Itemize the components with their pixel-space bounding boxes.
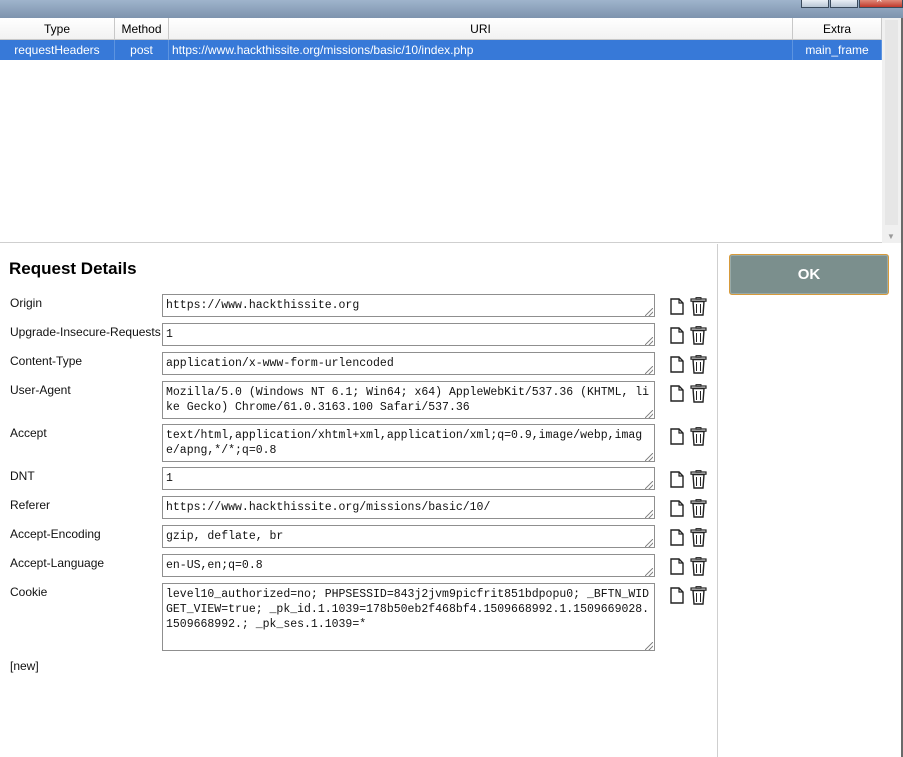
header-value-field[interactable]: 1 [162, 323, 655, 346]
copy-icon[interactable] [670, 587, 684, 604]
column-header-method[interactable]: Method [115, 18, 169, 40]
header-name: Upgrade-Insecure-Requests [10, 325, 161, 339]
details-title: Request Details [9, 259, 137, 278]
header-name: Cookie [10, 585, 48, 599]
trash-icon[interactable] [690, 427, 707, 446]
copy-icon[interactable] [670, 385, 684, 402]
request-table: Type Method URI Extra requestHeaders pos… [0, 18, 903, 243]
window-controls [800, 0, 903, 8]
close-button[interactable] [859, 0, 903, 8]
trash-icon[interactable] [690, 470, 707, 489]
header-row: Cookie level10_authorized=no; PHPSESSID=8… [0, 583, 718, 651]
cell-uri: https://www.hackthissite.org/missions/ba… [169, 40, 793, 60]
header-value-field[interactable]: text/html,application/xhtml+xml,applicat… [162, 424, 655, 462]
resize-grip-icon[interactable] [645, 337, 653, 345]
resize-grip-icon[interactable] [645, 366, 653, 374]
header-name: Origin [10, 296, 43, 310]
header-value-field[interactable]: en-US,en;q=0.8 [162, 554, 655, 577]
trash-icon[interactable] [690, 297, 707, 316]
header-value-field[interactable]: https://www.hackthissite.org [162, 294, 655, 317]
header-value-field[interactable]: level10_authorized=no; PHPSESSID=843j2jv… [162, 583, 655, 651]
header-name: DNT [10, 469, 35, 483]
header-value-field[interactable]: Mozilla/5.0 (Windows NT 6.1; Win64; x64)… [162, 381, 655, 419]
header-name: User-Agent [10, 383, 71, 397]
header-name: Content-Type [10, 354, 83, 368]
header-name: Accept-Encoding [10, 527, 101, 541]
header-row: Accept-Encoding gzip, deflate, br [0, 525, 718, 548]
header-name: Accept [10, 426, 47, 440]
header-value-field[interactable]: gzip, deflate, br [162, 525, 655, 548]
header-name: Accept-Language [10, 556, 105, 570]
trash-icon[interactable] [690, 384, 707, 403]
trash-icon[interactable] [690, 326, 707, 345]
column-header-uri[interactable]: URI [169, 18, 793, 40]
ok-button[interactable]: OK [729, 254, 889, 295]
column-header-extra[interactable]: Extra [793, 18, 882, 40]
header-row: Referer https://www.hackthissite.org/miss… [0, 496, 718, 519]
header-name: Referer [10, 498, 51, 512]
table-row[interactable]: requestHeaders post https://www.hackthis… [0, 40, 882, 60]
scroll-down-arrow-icon[interactable]: ▼ [887, 232, 895, 241]
new-header-link[interactable]: [new] [10, 659, 39, 673]
request-details-panel: Request Details Origin https://www.hackth… [0, 244, 718, 757]
resize-grip-icon[interactable] [645, 510, 653, 518]
header-row: Origin https://www.hackthissite.org [0, 294, 718, 317]
resize-grip-icon[interactable] [645, 308, 653, 316]
header-row: Accept-Language en-US,en;q=0.8 [0, 554, 718, 577]
scrollbar-thumb[interactable] [885, 20, 898, 225]
copy-icon[interactable] [670, 428, 684, 445]
header-value-field[interactable]: 1 [162, 467, 655, 490]
maximize-button[interactable] [830, 0, 858, 8]
header-row: Accept text/html,application/xhtml+xml,ap… [0, 424, 718, 462]
trash-icon[interactable] [690, 528, 707, 547]
trash-icon[interactable] [690, 557, 707, 576]
resize-grip-icon[interactable] [645, 568, 653, 576]
trash-icon[interactable] [690, 355, 707, 374]
table-header: Type Method URI Extra [0, 18, 882, 40]
trash-icon[interactable] [690, 499, 707, 518]
resize-grip-icon[interactable] [645, 410, 653, 418]
copy-icon[interactable] [670, 471, 684, 488]
table-scrollbar[interactable]: ▼ [882, 18, 901, 243]
copy-icon[interactable] [670, 529, 684, 546]
resize-grip-icon[interactable] [645, 481, 653, 489]
copy-icon[interactable] [670, 327, 684, 344]
cell-type: requestHeaders [0, 40, 115, 60]
copy-icon[interactable] [670, 558, 684, 575]
header-row: User-Agent Mozilla/5.0 (Windows NT 6.1; W… [0, 381, 718, 419]
cell-method: post [115, 40, 169, 60]
resize-grip-icon[interactable] [645, 453, 653, 461]
copy-icon[interactable] [670, 356, 684, 373]
header-row: Upgrade-Insecure-Requests 1 [0, 323, 718, 346]
header-row: DNT 1 [0, 467, 718, 490]
minimize-button[interactable] [801, 0, 829, 8]
resize-grip-icon[interactable] [645, 539, 653, 547]
header-value-field[interactable]: https://www.hackthissite.org/missions/ba… [162, 496, 655, 519]
header-value-field[interactable]: application/x-www-form-urlencoded [162, 352, 655, 375]
cell-extra: main_frame [793, 40, 882, 60]
trash-icon[interactable] [690, 586, 707, 605]
window-title-bar [0, 0, 903, 18]
header-row: Content-Type application/x-www-form-urlen… [0, 352, 718, 375]
column-header-type[interactable]: Type [0, 18, 115, 40]
resize-grip-icon[interactable] [645, 642, 653, 650]
copy-icon[interactable] [670, 500, 684, 517]
copy-icon[interactable] [670, 298, 684, 315]
